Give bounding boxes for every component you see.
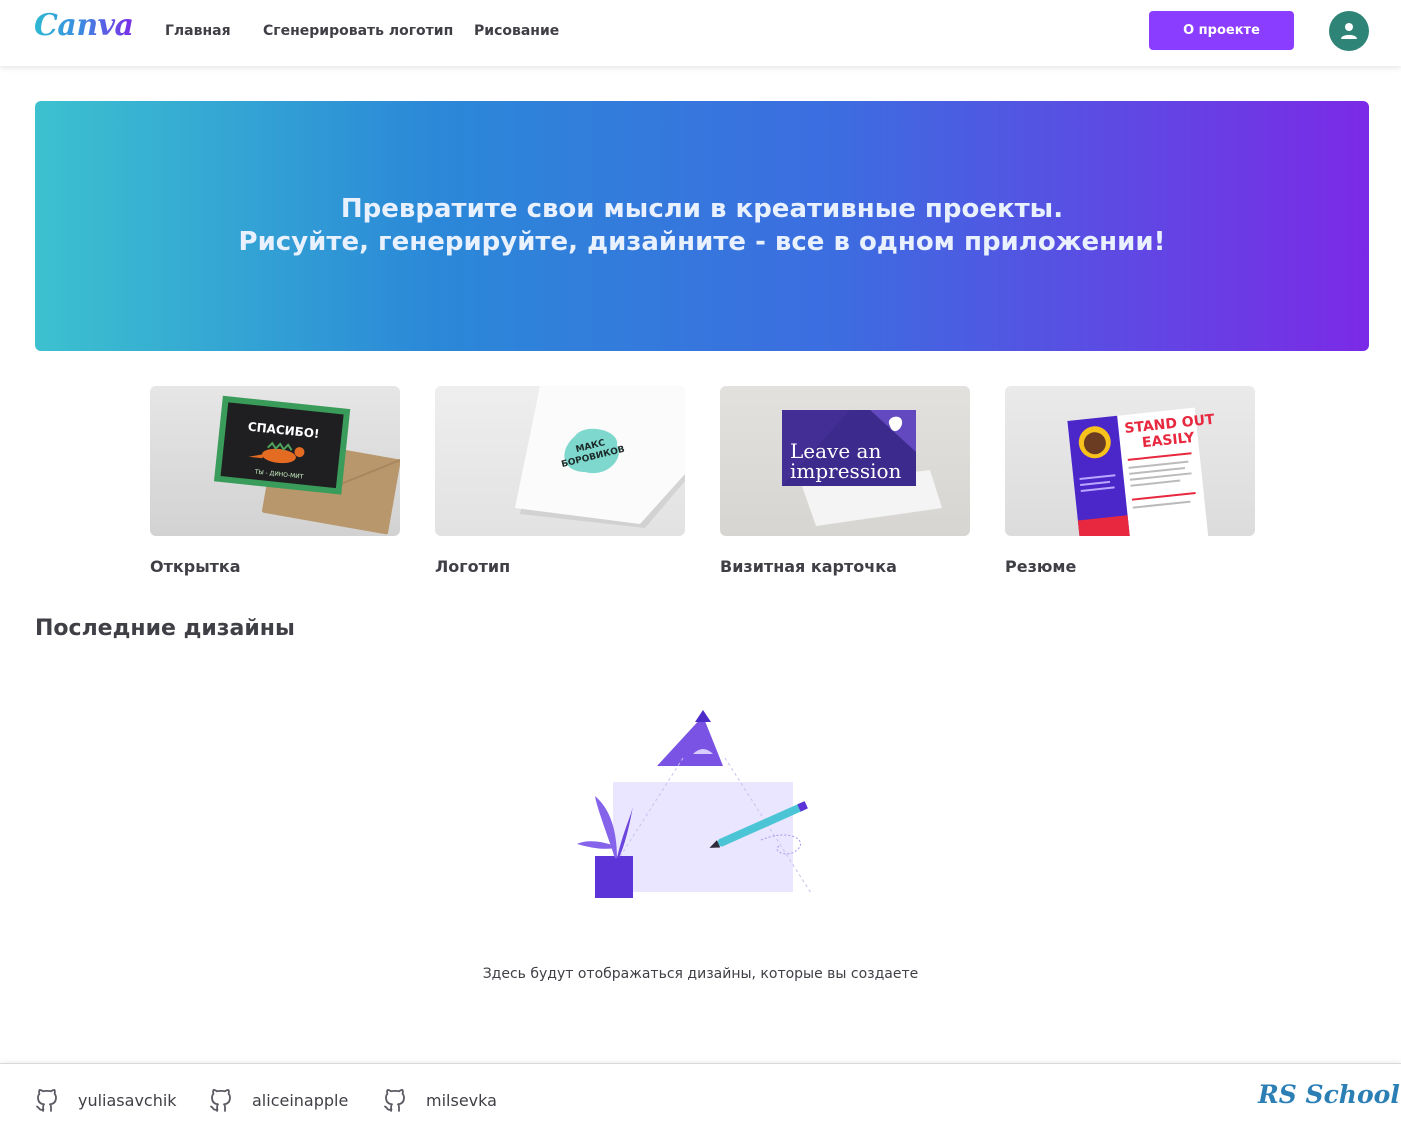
github-icon <box>384 1089 405 1112</box>
logo-thumbnail: МАКС БОРОВИКОВ <box>435 386 685 536</box>
top-header: Canva Главная Сгенерировать логотип Рисо… <box>0 0 1401 66</box>
template-card-resume[interactable]: STAND OUT EASILY Резюме <box>1005 386 1255 576</box>
nav-drawing[interactable]: Рисование <box>474 23 559 39</box>
template-card-business-card[interactable]: Leave an impression Визитная карточка <box>720 386 970 576</box>
user-icon <box>1341 23 1357 39</box>
github-icon <box>210 1089 231 1112</box>
empty-state-message: Здесь будут отображаться дизайны, которы… <box>482 966 919 982</box>
resume-thumbnail: STAND OUT EASILY <box>1005 386 1255 536</box>
author-link-milsevka[interactable]: milsevka <box>384 1088 497 1112</box>
banner-line-1: Превратите свои мысли в креативные проек… <box>340 194 1064 224</box>
author-link-yuliasavchik[interactable]: yuliasavchik <box>36 1088 177 1112</box>
hero-banner: Превратите свои мысли в креативные проек… <box>35 101 1369 351</box>
template-label: Открытка <box>150 557 241 576</box>
template-label: Резюме <box>1005 557 1077 576</box>
recent-designs-title: Последние дизайны <box>35 616 295 641</box>
template-card-postcard[interactable]: СПАСИБО! ТЫ - ДИНО-МИТ Открытка <box>150 386 400 576</box>
author-name: aliceinapple <box>252 1090 349 1110</box>
template-label: Логотип <box>435 557 511 576</box>
about-project-button[interactable]: О проекте <box>1149 11 1294 50</box>
canva-logo[interactable]: Canva <box>34 8 134 43</box>
nav-home[interactable]: Главная <box>165 23 231 39</box>
business-card-thumbnail: Leave an impression <box>720 386 970 536</box>
banner-line-2: Рисуйте, генерируйте, дизайните - все в … <box>238 227 1166 257</box>
postcard-thumbnail: СПАСИБО! ТЫ - ДИНО-МИТ <box>150 386 400 536</box>
nav-generate-logo[interactable]: Сгенерировать логотип <box>263 23 453 39</box>
template-label: Визитная карточка <box>720 557 897 576</box>
business-card-line2: impression <box>790 459 902 483</box>
rs-school-logo[interactable]: RS School <box>1258 1080 1400 1109</box>
template-card-logo[interactable]: МАКС БОРОВИКОВ Логотип <box>435 386 685 576</box>
author-name: yuliasavchik <box>78 1090 177 1110</box>
author-link-aliceinapple[interactable]: aliceinapple <box>210 1088 348 1112</box>
footer: yuliasavchik aliceinapple milsevka RS Sc… <box>0 1063 1401 1133</box>
empty-state-illustration <box>575 708 815 903</box>
avatar[interactable] <box>1329 11 1369 51</box>
github-icon <box>36 1089 57 1112</box>
author-name: milsevka <box>426 1090 497 1110</box>
